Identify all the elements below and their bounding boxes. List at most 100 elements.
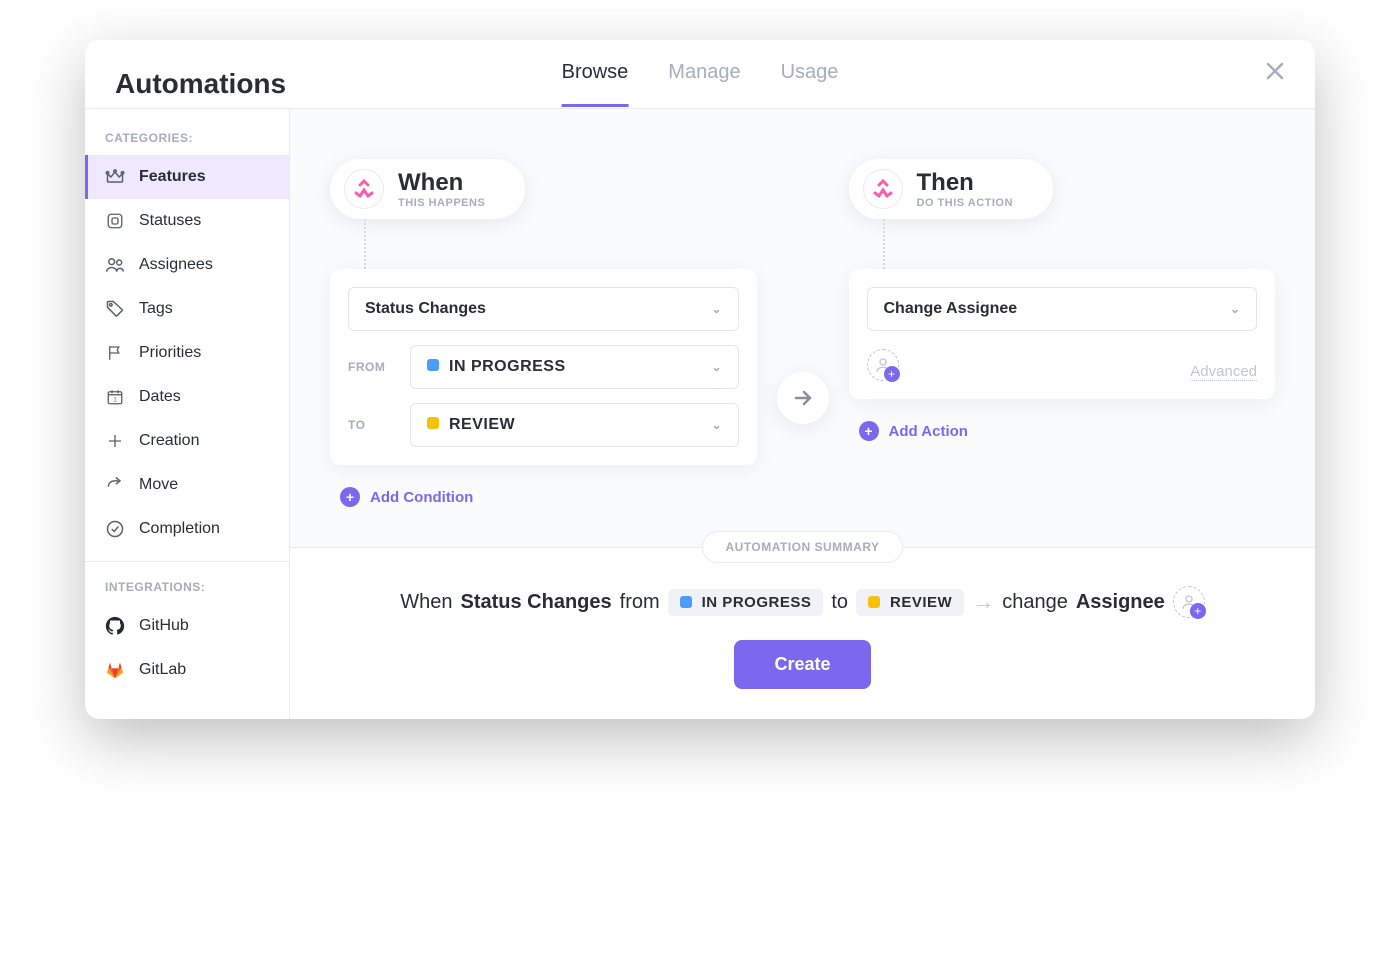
dotted-connector: [883, 219, 885, 269]
close-button[interactable]: [1265, 60, 1285, 108]
modal-body: CATEGORIES: Features Statuses Assignees …: [85, 109, 1315, 719]
add-condition-label: Add Condition: [370, 489, 473, 506]
from-label: FROM: [348, 360, 394, 374]
summary-to-word: to: [831, 591, 848, 614]
tab-browse[interactable]: Browse: [562, 61, 629, 107]
action-select[interactable]: Change Assignee ⌄: [867, 287, 1258, 331]
create-button[interactable]: Create: [734, 640, 870, 689]
add-condition-button[interactable]: + Add Condition: [340, 487, 473, 507]
summary-from-word: from: [620, 591, 660, 614]
summary-label: AUTOMATION SUMMARY: [702, 531, 902, 563]
sidebar-item-assignees[interactable]: Assignees: [85, 243, 289, 287]
sidebar-item-completion[interactable]: Completion: [85, 507, 289, 551]
sidebar-item-label: Tags: [139, 300, 173, 318]
then-pill: Then DO THIS ACTION: [849, 159, 1053, 219]
sidebar-item-features[interactable]: Features: [85, 155, 289, 199]
tab-usage[interactable]: Usage: [781, 61, 839, 107]
square-icon: [105, 211, 125, 231]
arrow-divider: [777, 372, 829, 424]
integrations-label: INTEGRATIONS:: [85, 580, 289, 604]
advanced-link[interactable]: Advanced: [1190, 363, 1257, 381]
arrow-right-icon: →: [972, 589, 994, 615]
people-icon: [105, 255, 125, 275]
summary-to-status: REVIEW: [890, 594, 952, 611]
sidebar-item-tags[interactable]: Tags: [85, 287, 289, 331]
sidebar-item-label: Statuses: [139, 212, 201, 230]
chevron-down-icon: ⌄: [1230, 302, 1240, 316]
assignee-picker[interactable]: +: [867, 349, 899, 381]
plus-icon: [105, 431, 125, 451]
crown-icon: [105, 167, 125, 187]
sidebar-item-label: Dates: [139, 388, 181, 406]
summary-change-word: change: [1002, 591, 1068, 614]
share-icon: [105, 475, 125, 495]
then-card: Change Assignee ⌄ + Advanced: [849, 269, 1276, 399]
summary-from-status: IN PROGRESS: [702, 594, 812, 611]
svg-text:1: 1: [113, 398, 117, 404]
summary-to-badge: REVIEW: [856, 589, 964, 616]
tag-icon: [105, 299, 125, 319]
to-status-select[interactable]: REVIEW ⌄: [410, 403, 739, 447]
plus-badge-icon: +: [1190, 603, 1206, 619]
tab-manage[interactable]: Manage: [668, 61, 740, 107]
summary-trigger: Status Changes: [460, 591, 611, 614]
when-card: Status Changes ⌄ FROM IN PROGRESS ⌄ TO: [330, 269, 757, 465]
action-extras: + Advanced: [867, 349, 1258, 381]
then-title: Then: [917, 169, 1013, 197]
summary-from-badge: IN PROGRESS: [668, 589, 824, 616]
sidebar-item-move[interactable]: Move: [85, 463, 289, 507]
chevron-down-icon: ⌄: [711, 418, 721, 432]
tabs: Browse Manage Usage: [562, 61, 839, 107]
trigger-select[interactable]: Status Changes ⌄: [348, 287, 739, 331]
sidebar-item-label: Assignees: [139, 256, 213, 274]
when-column: When THIS HAPPENS Status Changes ⌄ FROM: [330, 159, 757, 507]
plus-badge-icon: +: [884, 366, 900, 382]
sidebar-item-label: Features: [139, 168, 206, 186]
when-title: When: [398, 169, 485, 197]
summary-section: AUTOMATION SUMMARY When Status Changes f…: [290, 547, 1315, 719]
modal-header: Automations Browse Manage Usage: [85, 40, 1315, 109]
plus-circle-icon: +: [340, 487, 360, 507]
then-column: Then DO THIS ACTION Change Assignee ⌄: [849, 159, 1276, 441]
arrow-right-icon: [791, 386, 815, 410]
when-subtitle: THIS HAPPENS: [398, 197, 485, 209]
to-label: TO: [348, 418, 394, 432]
status-dot: [427, 359, 439, 371]
sidebar-item-statuses[interactable]: Statuses: [85, 199, 289, 243]
status-dot: [680, 596, 692, 608]
then-subtitle: DO THIS ACTION: [917, 197, 1013, 209]
chevron-down-icon: ⌄: [711, 360, 721, 374]
sidebar-item-priorities[interactable]: Priorities: [85, 331, 289, 375]
summary-assignee-picker[interactable]: +: [1173, 586, 1205, 618]
when-pill: When THIS HAPPENS: [330, 159, 525, 219]
sidebar-item-label: Completion: [139, 520, 220, 538]
status-dot: [868, 596, 880, 608]
sidebar-item-dates[interactable]: 1 Dates: [85, 375, 289, 419]
add-action-label: Add Action: [889, 423, 968, 440]
from-status-value: IN PROGRESS: [449, 358, 566, 375]
to-row: TO REVIEW ⌄: [348, 403, 739, 447]
sidebar-item-gitlab[interactable]: GitLab: [85, 648, 289, 692]
from-status-select[interactable]: IN PROGRESS ⌄: [410, 345, 739, 389]
chevron-down-icon: ⌄: [711, 302, 721, 316]
modal-title: Automations: [115, 68, 286, 100]
clickup-logo-icon: [344, 169, 384, 209]
sidebar-divider: [85, 561, 289, 562]
status-dot: [427, 417, 439, 429]
automations-modal: Automations Browse Manage Usage CATEGORI…: [85, 40, 1315, 719]
sidebar-item-creation[interactable]: Creation: [85, 419, 289, 463]
to-status-value: REVIEW: [449, 416, 515, 433]
sidebar-item-github[interactable]: GitHub: [85, 604, 289, 648]
sidebar-item-label: GitHub: [139, 617, 189, 635]
summary-target: Assignee: [1076, 591, 1165, 614]
canvas: When THIS HAPPENS Status Changes ⌄ FROM: [290, 109, 1315, 719]
flag-icon: [105, 343, 125, 363]
sidebar: CATEGORIES: Features Statuses Assignees …: [85, 109, 290, 719]
sidebar-item-label: Move: [139, 476, 178, 494]
check-circle-icon: [105, 519, 125, 539]
github-icon: [105, 616, 125, 636]
sidebar-item-label: Creation: [139, 432, 199, 450]
dotted-connector: [364, 219, 366, 269]
canvas-top: When THIS HAPPENS Status Changes ⌄ FROM: [290, 109, 1315, 547]
add-action-button[interactable]: + Add Action: [859, 421, 968, 441]
